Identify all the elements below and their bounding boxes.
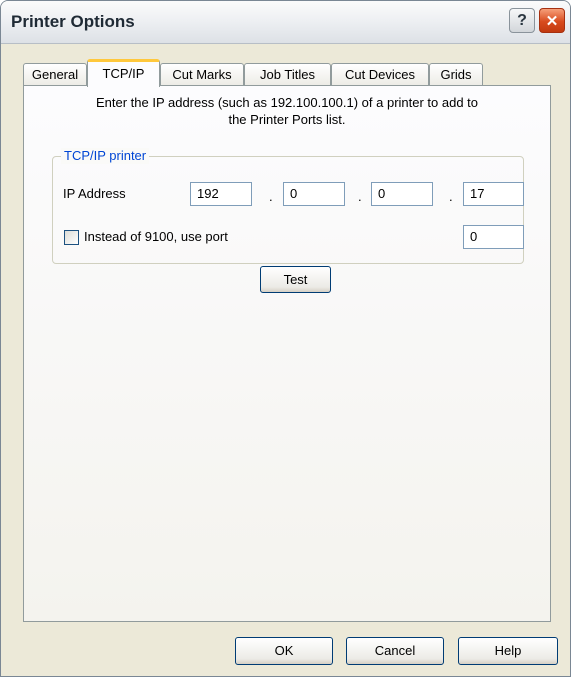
octet-separator: . (358, 189, 362, 204)
tab-general[interactable]: General (23, 63, 87, 86)
tab-grids[interactable]: Grids (429, 63, 483, 86)
ok-button[interactable]: OK (235, 637, 333, 665)
tcp-ip-printer-group: TCP/IP printer IP Address 192 . 0 . 0 . … (52, 148, 524, 264)
tab-label: Grids (440, 67, 472, 82)
use-custom-port-label[interactable]: Instead of 9100, use port (84, 229, 228, 244)
printer-options-dialog: Printer Options ? ✕ General TCP/IP Cut M… (0, 0, 571, 677)
help-title-button[interactable]: ? (509, 8, 535, 33)
octet-separator: . (449, 189, 453, 204)
ip-address-label: IP Address (63, 186, 126, 201)
close-title-button[interactable]: ✕ (539, 8, 565, 33)
tab-label: TCP/IP (102, 66, 145, 81)
group-title: TCP/IP printer (61, 148, 150, 164)
use-custom-port-checkbox[interactable] (64, 230, 79, 245)
tab-job-titles[interactable]: Job Titles (244, 63, 331, 86)
tab-label: Cut Marks (172, 67, 232, 82)
ip-octet-1-input[interactable]: 192 (190, 182, 252, 206)
tab-label: Cut Devices (344, 67, 416, 82)
window-title: Printer Options (11, 12, 135, 31)
help-button[interactable]: Help (458, 637, 558, 665)
port-input[interactable]: 0 (463, 225, 524, 249)
test-button[interactable]: Test (260, 266, 331, 293)
title-bar[interactable]: Printer Options ? ✕ (1, 1, 570, 44)
instruction-text: Enter the IP address (such as 192.100.10… (34, 94, 540, 128)
close-icon: ✕ (545, 12, 559, 30)
cancel-button[interactable]: Cancel (346, 637, 444, 665)
ip-octet-2-input[interactable]: 0 (283, 182, 345, 206)
octet-separator: . (269, 189, 273, 204)
tab-cut-devices[interactable]: Cut Devices (331, 63, 429, 86)
tab-cut-marks[interactable]: Cut Marks (160, 63, 244, 86)
tab-strip: General TCP/IP Cut Marks Job Titles Cut … (23, 59, 493, 87)
tcp-ip-tab-panel: Enter the IP address (such as 192.100.10… (23, 85, 551, 622)
question-mark-icon: ? (517, 11, 527, 29)
instruction-line-2: the Printer Ports list. (228, 112, 346, 127)
instruction-line-1: Enter the IP address (such as 192.100.10… (95, 95, 479, 110)
tab-tcp-ip[interactable]: TCP/IP (87, 59, 160, 87)
tab-label: General (31, 67, 79, 82)
tab-label: Job Titles (260, 67, 315, 82)
ip-octet-3-input[interactable]: 0 (371, 182, 433, 206)
ip-octet-4-input[interactable]: 17 (463, 182, 524, 206)
